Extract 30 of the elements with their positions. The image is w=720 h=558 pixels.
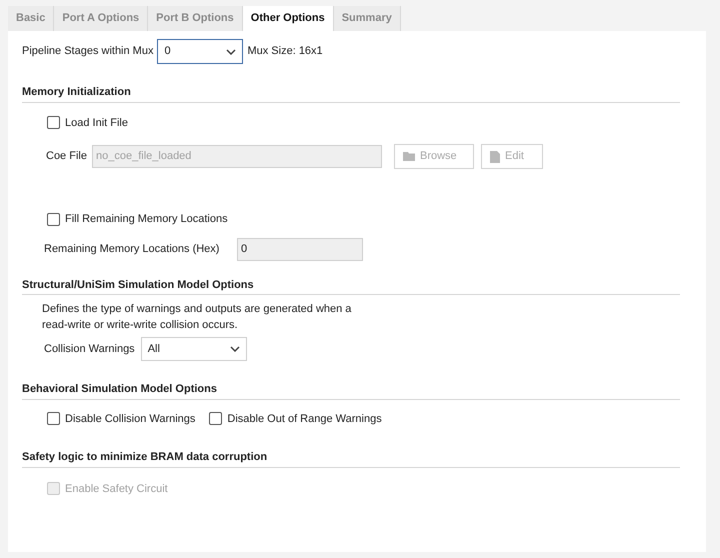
section-heading: Memory Initialization bbox=[22, 84, 680, 102]
section-heading: Behavioral Simulation Model Options bbox=[22, 381, 680, 400]
field-label: Remaining Memory Locations (Hex) bbox=[44, 242, 220, 257]
field-label: Pipeline Stages within Mux bbox=[22, 44, 154, 60]
folder-icon bbox=[403, 151, 416, 162]
checkbox-label: Disable Collision Warnings bbox=[65, 412, 196, 426]
tab[interactable]: Port A Options bbox=[54, 6, 148, 31]
chevron-down-icon bbox=[226, 48, 236, 54]
checkbox-label: Disable Out of Range Warnings bbox=[227, 412, 382, 426]
tab[interactable]: Summary bbox=[334, 6, 401, 31]
dropdown[interactable]: All bbox=[140, 337, 247, 361]
checkbox[interactable] bbox=[47, 412, 60, 426]
field-label: Collision Warnings bbox=[44, 342, 135, 357]
checkbox[interactable] bbox=[209, 412, 222, 426]
checkbox[interactable] bbox=[47, 212, 60, 226]
mux-size-text: Mux Size: 16x1 bbox=[247, 44, 323, 60]
dropdown[interactable]: 0 bbox=[157, 39, 244, 64]
tab[interactable]: Basic bbox=[8, 6, 54, 31]
checkbox-label: Enable Safety Circuit bbox=[65, 482, 168, 496]
edit-icon bbox=[490, 150, 501, 162]
chevron-down-icon bbox=[230, 346, 240, 352]
tab[interactable]: Other Options bbox=[242, 6, 334, 31]
checkbox-label: Load Init File bbox=[65, 116, 128, 130]
checkbox-label: Fill Remaining Memory Locations bbox=[65, 212, 228, 227]
section-heading: Safety logic to minimize BRAM data corruption bbox=[22, 449, 680, 468]
checkbox[interactable] bbox=[47, 116, 60, 130]
description-text: Defines the type of warnings and outputs are generated when a read-write or write-write collision occurs. bbox=[42, 302, 352, 333]
field-label: Coe File bbox=[46, 149, 88, 164]
section-heading: Structural/UniSim Simulation Model Options bbox=[22, 276, 680, 295]
tab[interactable]: Port B Options bbox=[148, 6, 243, 31]
